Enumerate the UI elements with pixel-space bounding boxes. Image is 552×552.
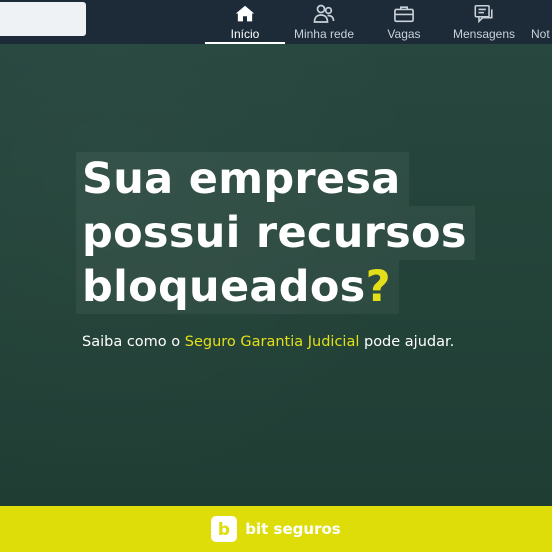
subheadline-prefix: Saiba como o (82, 334, 185, 350)
brand-name: bit seguros (245, 520, 341, 538)
brand-logo-letter: b (218, 520, 230, 539)
home-icon (234, 2, 256, 26)
headline-line: possui recursos (76, 206, 475, 260)
nav-item-notifications[interactable]: Not (528, 0, 552, 44)
headline-line-text: bloqueados (82, 262, 366, 312)
ad-subheadline: Saiba como o Seguro Garantia Judicial po… (82, 334, 454, 350)
nav-item-label: Minha rede (293, 27, 355, 41)
brand-logo-icon: b (211, 516, 238, 542)
subheadline-suffix: pode ajudar. (359, 334, 455, 350)
network-icon (312, 2, 336, 26)
nav-item-home[interactable]: Início (205, 0, 285, 44)
bell-icon (528, 2, 552, 26)
brand: b bit seguros (211, 516, 341, 542)
nav-item-label: Not (531, 27, 550, 41)
nav-item-jobs[interactable]: Vagas (372, 0, 436, 44)
subheadline-highlight: Seguro Garantia Judicial (184, 334, 360, 350)
search-input[interactable] (0, 2, 86, 36)
ad-footer-bar[interactable]: b bit seguros (0, 506, 552, 552)
headline-question-mark: ? (365, 262, 391, 312)
briefcase-icon (393, 2, 415, 26)
nav-item-label: Mensagens (452, 27, 516, 41)
nav-item-label: Vagas (387, 27, 421, 41)
headline-line: Sua empresa (76, 152, 409, 206)
headline-line: bloqueados? (76, 260, 399, 314)
ad-banner[interactable]: Sua empresa possui recursos bloqueados? … (0, 44, 552, 506)
nav-item-network[interactable]: Minha rede (289, 0, 359, 44)
brand-logo-glyph: b (218, 520, 230, 539)
messaging-icon (473, 2, 495, 26)
top-navigation-bar: Início Minha rede Vagas Mensagens Not (0, 0, 552, 44)
nav-item-label: Início (230, 27, 260, 41)
nav-item-messaging[interactable]: Mensagens (450, 0, 518, 44)
ad-headline: Sua empresa possui recursos bloqueados? (76, 152, 475, 314)
